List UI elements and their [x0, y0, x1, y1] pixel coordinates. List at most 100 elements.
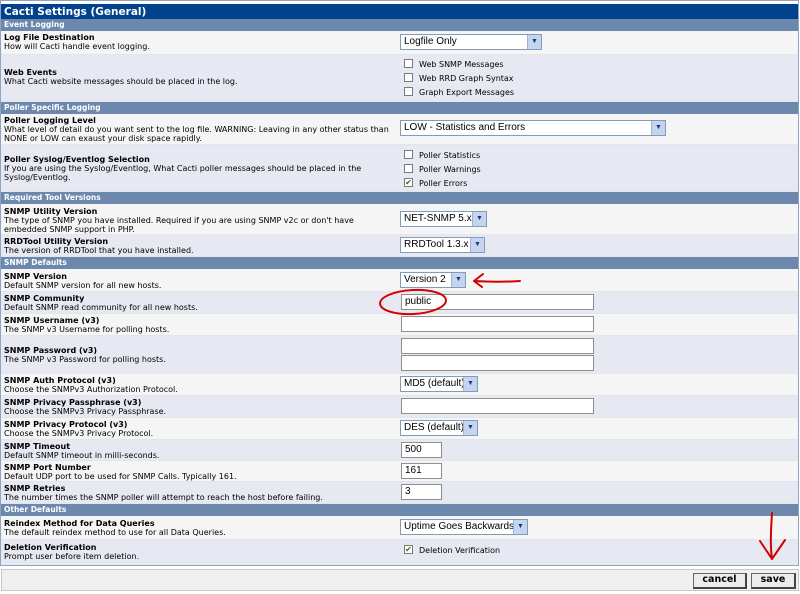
snmp-auth-row: SNMP Auth Protocol (v3) Choose the SNMPv3…	[1, 374, 798, 396]
snmp-retries-input[interactable]: 3	[401, 484, 442, 500]
poller-warnings-checkbox[interactable]	[404, 164, 413, 173]
snmp-privpass-desc: Choose the SNMPv3 Privacy Passphrase.	[4, 407, 167, 416]
snmp-utility-label: SNMP Utility Version	[4, 207, 98, 216]
snmp-password-input[interactable]	[401, 338, 594, 354]
chevron-down-icon: ▼	[527, 35, 541, 49]
snmp-privpass-row: SNMP Privacy Passphrase (v3) Choose the S…	[1, 396, 798, 418]
poller-level-row: Poller Logging Level What level of detail…	[1, 114, 798, 145]
snmp-utility-desc2: embedded SNMP support in PHP.	[4, 225, 135, 234]
poller-warnings-label: Poller Warnings	[419, 165, 481, 174]
snmp-version-label: SNMP Version	[4, 272, 67, 281]
web-rrd-label: Web RRD Graph Syntax	[419, 74, 514, 83]
deletion-checkbox[interactable]: ✔	[404, 545, 413, 554]
web-events-label: Web Events	[4, 68, 57, 77]
poller-statistics-checkbox[interactable]	[404, 150, 413, 159]
reindex-desc: The default reindex method to use for al…	[4, 528, 226, 537]
snmp-community-desc: Default SNMP read community for all new …	[4, 303, 198, 312]
snmp-password-desc: The SNMP v3 Password for polling hosts.	[4, 355, 166, 364]
chevron-down-icon: ▼	[470, 238, 484, 252]
snmp-community-row: SNMP Community Default SNMP read communit…	[1, 292, 798, 314]
section-event-logging: Event Logging	[1, 19, 798, 31]
section-poller-logging: Poller Specific Logging	[1, 102, 798, 114]
deletion-label: Deletion Verification	[4, 543, 97, 552]
cancel-button[interactable]: cancel	[693, 573, 747, 589]
snmp-privpass-input[interactable]	[401, 398, 594, 414]
save-button[interactable]: save	[751, 573, 796, 589]
poller-errors-checkbox[interactable]: ✔	[404, 178, 413, 187]
snmp-port-desc: Default UDP port to be used for SNMP Cal…	[4, 472, 237, 481]
snmp-utility-desc1: The type of SNMP you have installed. Req…	[4, 216, 354, 225]
chevron-down-icon: ▼	[463, 377, 477, 391]
snmp-username-row: SNMP Username (v3) The SNMP v3 Username f…	[1, 314, 798, 336]
snmp-retries-row: SNMP Retries The number times the SNMP po…	[1, 482, 798, 504]
chevron-down-icon: ▼	[513, 520, 527, 534]
section-other-defaults: Other Defaults	[1, 504, 798, 516]
deletion-row: Deletion Verification Prompt user before …	[1, 540, 798, 565]
snmp-port-input[interactable]: 161	[401, 463, 442, 479]
log-destination-row: Log File Destination How will Cacti handl…	[1, 31, 798, 55]
snmp-privproto-row: SNMP Privacy Protocol (v3) Choose the SNM…	[1, 418, 798, 440]
chevron-down-icon: ▼	[451, 273, 465, 287]
snmp-community-input[interactable]: public	[401, 294, 594, 310]
snmp-auth-desc: Choose the SNMPv3 Authorization Protocol…	[4, 385, 178, 394]
rrdtool-label: RRDTool Utility Version	[4, 237, 109, 246]
poller-level-desc2: NONE or LOW can exaust your disk space r…	[4, 134, 202, 143]
reindex-row: Reindex Method for Data Queries The defau…	[1, 516, 798, 540]
snmp-timeout-label: SNMP Timeout	[4, 442, 71, 451]
snmp-privproto-select[interactable]: DES (default) ▼	[400, 420, 478, 436]
web-snmp-label: Web SNMP Messages	[419, 60, 504, 69]
button-bar: cancel save	[1, 569, 799, 591]
web-events-row: Web Events What Cacti website messages sh…	[1, 55, 798, 102]
snmp-username-label: SNMP Username (v3)	[4, 316, 100, 325]
graph-export-checkbox[interactable]	[404, 87, 413, 96]
snmp-password-confirm-input[interactable]	[401, 355, 594, 371]
snmp-password-row: SNMP Password (v3) The SNMP v3 Password f…	[1, 336, 798, 374]
snmp-retries-label: SNMP Retries	[4, 484, 66, 493]
snmp-community-label: SNMP Community	[4, 294, 85, 303]
chevron-down-icon: ▼	[463, 421, 477, 435]
web-snmp-checkbox[interactable]	[404, 59, 413, 68]
snmp-username-desc: The SNMP v3 Username for polling hosts.	[4, 325, 170, 334]
snmp-port-label: SNMP Port Number	[4, 463, 91, 472]
poller-syslog-row: Poller Syslog/Eventlog Selection If you a…	[1, 145, 798, 192]
page-title: Cacti Settings (General)	[1, 4, 798, 19]
snmp-timeout-input[interactable]: 500	[401, 442, 442, 458]
deletion-option-label: Deletion Verification	[419, 546, 501, 555]
chevron-down-icon: ▼	[472, 212, 486, 226]
poller-level-desc1: What level of detail do you want sent to…	[4, 125, 389, 134]
snmp-version-desc: Default SNMP version for all new hosts.	[4, 281, 162, 290]
snmp-password-label: SNMP Password (v3)	[4, 346, 98, 355]
snmp-timeout-row: SNMP Timeout Default SNMP timeout in mill…	[1, 440, 798, 461]
snmp-privproto-label: SNMP Privacy Protocol (v3)	[4, 420, 128, 429]
graph-export-label: Graph Export Messages	[419, 88, 515, 97]
poller-syslog-desc2: Syslog/Eventlog.	[4, 173, 71, 182]
snmp-username-input[interactable]	[401, 316, 594, 332]
poller-errors-label: Poller Errors	[419, 179, 468, 188]
snmp-retries-desc: The number times the SNMP poller will at…	[4, 493, 323, 502]
poller-level-label: Poller Logging Level	[4, 116, 96, 125]
section-required-tools: Required Tool Versions	[1, 192, 798, 204]
rrdtool-select[interactable]: RRDTool 1.3.x ▼	[400, 237, 485, 253]
snmp-version-row: SNMP Version Default SNMP version for all…	[1, 269, 798, 292]
rrdtool-row: RRDTool Utility Version The version of RR…	[1, 235, 798, 257]
poller-syslog-desc1: If you are using the Syslog/Eventlog, Wh…	[4, 164, 362, 173]
snmp-privpass-label: SNMP Privacy Passphrase (v3)	[4, 398, 142, 407]
snmp-utility-row: SNMP Utility Version The type of SNMP you…	[1, 204, 798, 235]
reindex-select[interactable]: Uptime Goes Backwards ▼	[400, 519, 528, 535]
snmp-timeout-desc: Default SNMP timeout in milli-seconds.	[4, 451, 160, 460]
log-destination-label: Log File Destination	[4, 33, 95, 42]
snmp-auth-select[interactable]: MD5 (default) ▼	[400, 376, 478, 392]
log-destination-select[interactable]: Logfile Only ▼	[400, 34, 542, 50]
web-rrd-checkbox[interactable]	[404, 73, 413, 82]
log-destination-desc: How will Cacti handle event logging.	[4, 42, 150, 51]
snmp-auth-label: SNMP Auth Protocol (v3)	[4, 376, 116, 385]
section-snmp-defaults: SNMP Defaults	[1, 257, 798, 269]
deletion-desc: Prompt user before item deletion.	[4, 552, 140, 561]
snmp-version-select[interactable]: Version 2 ▼	[400, 272, 466, 288]
snmp-utility-select[interactable]: NET-SNMP 5.x ▼	[400, 211, 487, 227]
web-events-desc: What Cacti website messages should be pl…	[4, 77, 238, 86]
snmp-port-row: SNMP Port Number Default UDP port to be u…	[1, 461, 798, 482]
poller-level-select[interactable]: LOW - Statistics and Errors ▼	[400, 120, 666, 136]
poller-syslog-label: Poller Syslog/Eventlog Selection	[4, 155, 150, 164]
snmp-privproto-desc: Choose the SNMPv3 Privacy Protocol.	[4, 429, 154, 438]
